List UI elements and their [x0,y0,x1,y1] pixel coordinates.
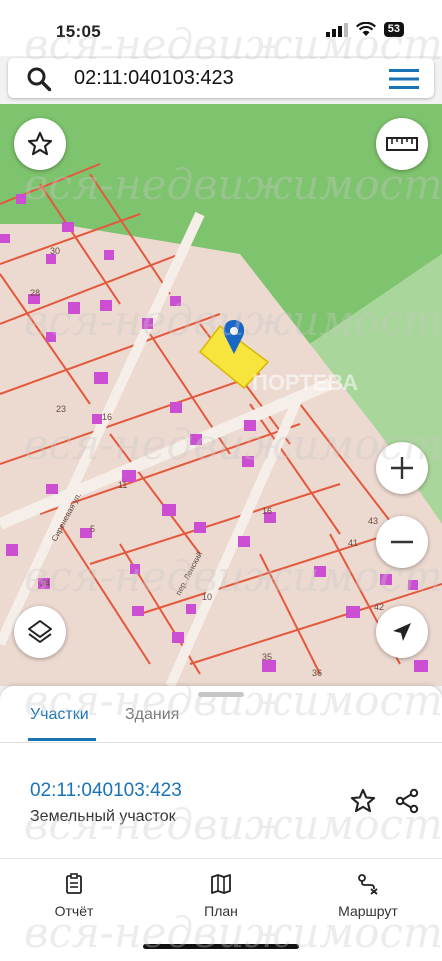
drag-handle[interactable] [198,692,244,697]
house-number: 43 [368,516,378,526]
tab-parcels[interactable]: Участки [30,706,89,724]
nav-route[interactable]: Маршрут [308,873,428,919]
house-number: 5 [90,524,95,534]
tab-buildings[interactable]: Здания [125,706,179,724]
route-icon [358,874,378,895]
house-number: 11 [118,480,127,490]
layers-icon [28,620,52,643]
parcel-id-link[interactable]: 02:11:040103:423 [30,780,182,802]
status-bar: 15:05 53 [0,0,442,56]
house-number: 16 [102,412,112,422]
nav-report-label: Отчёт [54,903,94,919]
status-icons: 53 [325,22,404,37]
nav-route-label: Маршрут [338,903,398,919]
star-icon [27,131,53,156]
battery-icon: 53 [383,22,404,37]
search-input[interactable]: 02:11:040103:423 [74,67,234,90]
house-number: 36 [312,668,322,678]
house-number: 35 [262,652,272,662]
nav-plan[interactable]: План [161,873,281,919]
nav-plan-label: План [204,903,238,919]
status-time: 15:05 [56,22,101,41]
active-tab-indicator [28,738,96,741]
nav-report[interactable]: Отчёт [14,873,134,919]
favorite-map-button[interactable] [14,118,66,170]
cadastral-map[interactable]: 30 28 23 16 11 5 16 43 41 10 42 35 36 34… [0,104,442,686]
house-number: 28 [30,288,40,298]
map-brand: ПОРТЕВА [252,370,358,395]
ruler-button[interactable] [376,118,428,170]
map-canvas[interactable]: 30 28 23 16 11 5 16 43 41 10 42 35 36 34… [0,104,442,686]
house-number: 23 [56,404,66,414]
navigation-arrow-icon [393,623,411,641]
parcel-type: Земельный участок [30,808,176,825]
share-icon [395,788,419,814]
minus-icon [391,540,413,544]
favorite-button[interactable] [346,784,380,818]
zoom-out-button[interactable] [376,516,428,568]
wifi-icon [355,22,376,36]
layers-button[interactable] [14,606,66,658]
home-indicator [143,944,299,949]
my-location-button[interactable] [376,606,428,658]
ruler-icon [386,137,418,151]
tab-divider [0,742,442,743]
search-icon[interactable] [26,66,52,92]
menu-icon[interactable] [388,67,420,91]
zoom-in-button[interactable] [376,442,428,494]
map-icon [211,874,231,894]
signal-icon [325,22,348,37]
house-number: 34 [40,578,50,588]
plus-icon [391,457,413,479]
star-icon [350,788,376,813]
house-number: 42 [374,602,384,612]
parcel-info-panel: Участки Здания 02:11:040103:423 Земельны… [0,686,442,858]
house-number: 30 [50,246,60,256]
report-icon [66,873,82,894]
share-button[interactable] [390,784,424,818]
house-number: 41 [348,538,358,548]
house-number: 10 [202,592,212,602]
search-bar[interactable]: 02:11:040103:423 [8,58,434,98]
house-number: 16 [262,506,272,516]
